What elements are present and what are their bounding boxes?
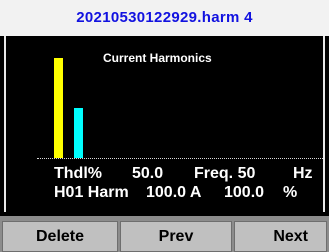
file-title: 20210530122929.harm 4 [76, 9, 253, 26]
thd-label: Thdl% [54, 165, 102, 182]
thd-value: 50.0 [132, 165, 164, 182]
freq-unit: Hz [293, 165, 313, 182]
harmonic-bar-h02 [74, 108, 83, 158]
delete-button[interactable]: Delete [2, 221, 118, 252]
harm-current: 100.0 A [146, 184, 202, 201]
harm-percent-unit: % [283, 184, 298, 201]
chart-baseline [37, 158, 323, 159]
harm-label: H01 Harm [54, 184, 129, 201]
next-button[interactable]: Next [234, 221, 327, 252]
prev-button[interactable]: Prev [120, 221, 232, 252]
harmonic-bar-h01 [54, 58, 63, 158]
softkey-bar: Delete Prev Next [0, 216, 329, 252]
chart-title: Current Harmonics [103, 51, 212, 65]
meter-screen: 20210530122929.harm 4 Current Harmonics … [0, 0, 329, 252]
harm-percent: 100.0 [224, 184, 265, 201]
freq-label: Freq. 50 [194, 165, 256, 182]
title-bar: 20210530122929.harm 4 [0, 0, 329, 36]
